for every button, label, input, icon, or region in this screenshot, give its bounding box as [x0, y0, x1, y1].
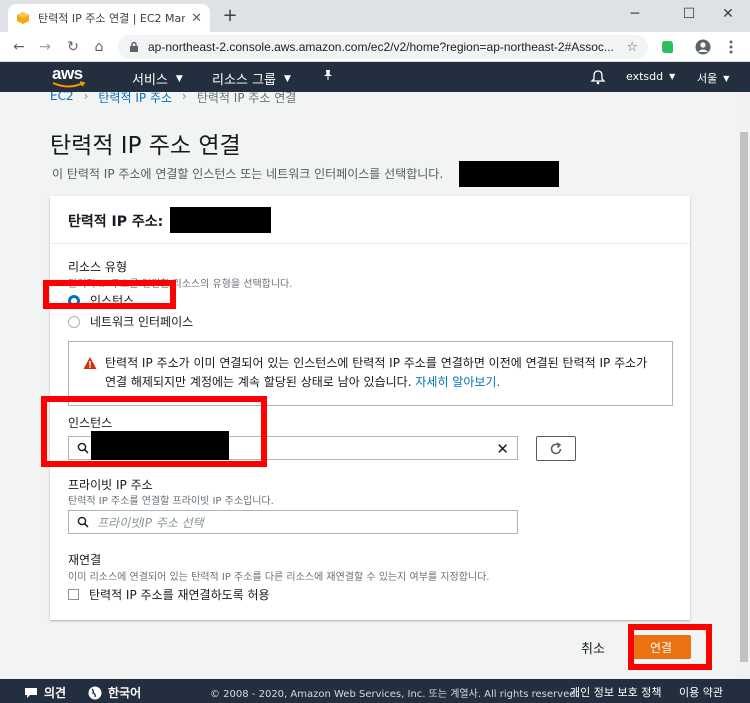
private-ip-placeholder: 프라이빗IP 주소 선택: [97, 515, 204, 530]
speech-bubble-icon: [25, 687, 37, 698]
refresh-icon: [550, 441, 562, 454]
browser-tab[interactable]: 탄력적 IP 주소 연결 | EC2 Mana ✕: [8, 4, 210, 32]
url-text: ap-northeast-2.console.aws.amazon.com/ec…: [148, 40, 614, 54]
new-tab-icon[interactable]: +: [220, 5, 240, 26]
page-title: 탄력적 IP 주소 연결: [50, 133, 241, 159]
forward-icon[interactable]: →: [34, 36, 56, 58]
breadcrumb-elastic-ip[interactable]: 탄력적 IP 주소: [98, 92, 172, 106]
search-icon: [77, 516, 89, 528]
breadcrumb-current: 탄력적 IP 주소 연결: [196, 92, 297, 105]
page-description: 이 탄력적 IP 주소에 연결할 인스턴스 또는 네트워크 인터페이스를 선택합…: [52, 167, 444, 181]
aws-favicon-icon: [17, 12, 29, 24]
region-menu[interactable]: 서울 ▼: [697, 70, 729, 86]
feedback-link[interactable]: 의견: [24, 684, 66, 701]
scrollbar-thumb[interactable]: [740, 132, 748, 662]
reassociate-description: 이미 리소스에 연결되어 있는 탄력적 IP 주소를 다른 리소스에 재연결할 …: [68, 572, 490, 583]
terms-link[interactable]: 이용 약관: [679, 684, 723, 700]
minimize-icon[interactable]: ─: [612, 0, 658, 28]
close-window-icon[interactable]: ✕: [705, 0, 750, 28]
back-icon[interactable]: ←: [8, 36, 30, 58]
resource-type-label: 리소스 유형: [68, 260, 128, 274]
privacy-policy-link[interactable]: 개인 정보 보호 정책: [570, 684, 661, 700]
console-footer: 의견 한국어 © 2008 - 2020, Amazon Web Service…: [0, 679, 750, 703]
chevron-right-icon: ›: [182, 92, 187, 103]
redaction-block: [170, 207, 271, 233]
reassociate-label: 재연결: [68, 553, 102, 567]
address-bar[interactable]: ap-northeast-2.console.aws.amazon.com/ec…: [118, 35, 648, 59]
lock-icon: [130, 41, 138, 52]
aws-top-nav: aws 서비스 ▼ 리소스 그룹 ▼ extsdd ▼ 서울 ▼: [0, 62, 750, 92]
refresh-button[interactable]: [536, 436, 576, 461]
main-content: EC2 › 탄력적 IP 주소 › 탄력적 IP 주소 연결 탄력적 IP 주소…: [18, 92, 738, 679]
profile-avatar-icon[interactable]: [694, 38, 712, 56]
reassociate-checkbox[interactable]: [68, 589, 79, 600]
private-ip-select[interactable]: 프라이빗IP 주소 선택: [68, 510, 518, 534]
chevron-down-icon: ▼: [723, 73, 730, 83]
highlight-box-resource-type: [43, 280, 176, 309]
home-icon[interactable]: ⌂: [88, 36, 110, 58]
redaction-block: [459, 161, 559, 187]
tab-title: 탄력적 IP 주소 연결 | EC2 Mana: [38, 12, 186, 25]
private-ip-label: 프라이빗 IP 주소: [68, 478, 153, 492]
copyright-text: © 2008 - 2020, Amazon Web Services, Inc.…: [210, 689, 579, 700]
chevron-down-icon: ▼: [283, 73, 291, 84]
highlight-box-connect: [628, 624, 712, 670]
association-panel: 탄력적 IP 주소: 리소스 유형 탄력적 IP 주소를 연결할 리소스의 유형…: [41, 196, 690, 620]
globe-icon: [88, 686, 102, 699]
resource-groups-menu[interactable]: 리소스 그룹 ▼: [212, 69, 291, 88]
chevron-down-icon: ▼: [175, 73, 183, 84]
breadcrumb-ec2[interactable]: EC2: [50, 92, 74, 106]
breadcrumb: EC2 › 탄력적 IP 주소 › 탄력적 IP 주소 연결: [50, 92, 296, 106]
account-menu[interactable]: extsdd ▼: [626, 70, 675, 83]
radio-network-interface[interactable]: 네트워크 인터페이스: [68, 313, 193, 330]
reload-icon[interactable]: ↻: [62, 36, 84, 58]
evernote-extension-icon[interactable]: [658, 38, 676, 56]
bell-icon[interactable]: [590, 69, 606, 85]
chevron-down-icon: ▼: [669, 72, 676, 81]
pin-icon[interactable]: [322, 69, 334, 81]
browser-menu-icon[interactable]: [722, 38, 740, 56]
language-selector[interactable]: 한국어: [88, 684, 141, 701]
clear-icon[interactable]: ✕: [496, 440, 509, 458]
highlight-box-instance: [41, 396, 267, 467]
page-scrollbar[interactable]: [738, 92, 750, 679]
panel-header: 탄력적 IP 주소:: [50, 196, 690, 244]
private-ip-description: 탄력적 IP 주소를 연결할 프라이빗 IP 주소입니다.: [68, 496, 274, 507]
cancel-button[interactable]: 취소: [581, 638, 605, 657]
radio-button[interactable]: [68, 315, 80, 328]
tab-close-icon[interactable]: ✕: [191, 11, 202, 26]
warning-icon: [83, 357, 97, 369]
browser-toolbar: ← → ↻ ⌂ ap-northeast-2.console.aws.amazo…: [0, 32, 750, 62]
chevron-right-icon: ›: [83, 92, 89, 103]
browser-tab-strip: 탄력적 IP 주소 연결 | EC2 Mana ✕ + ─ ☐ ✕: [0, 0, 750, 32]
learn-more-link[interactable]: 자세히 알아보기.: [415, 375, 500, 389]
bookmark-star-icon[interactable]: ☆: [626, 40, 638, 55]
reassociate-checkbox-row[interactable]: 탄력적 IP 주소를 재연결하도록 허용: [68, 586, 270, 603]
services-menu[interactable]: 서비스 ▼: [132, 69, 183, 88]
aws-logo[interactable]: aws: [50, 64, 88, 90]
